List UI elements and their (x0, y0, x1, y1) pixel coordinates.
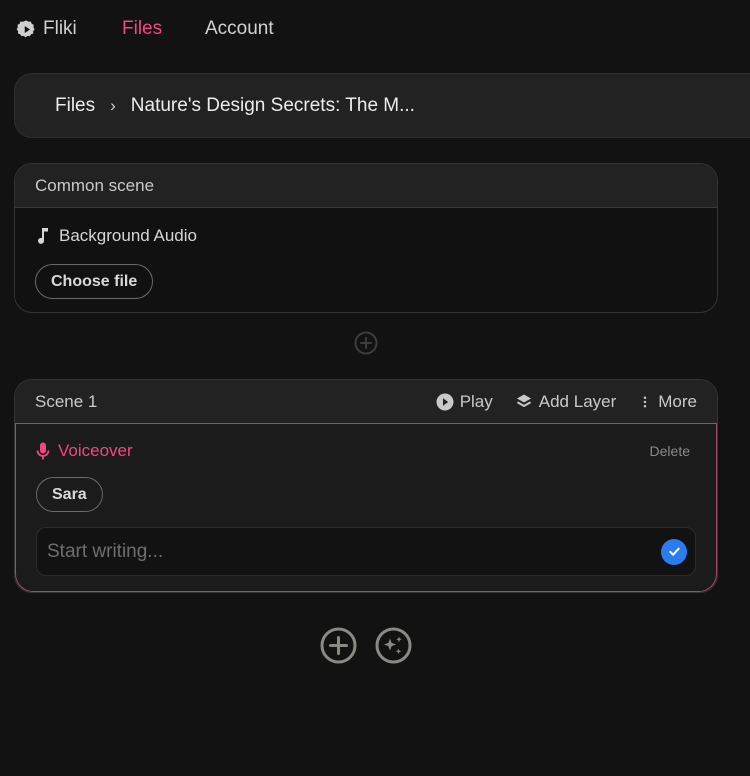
ai-sparkles-icon[interactable] (375, 627, 412, 664)
common-scene-title: Common scene (35, 175, 155, 195)
voiceover-layer: Voiceover Delete Sara (15, 424, 717, 592)
background-audio-label: Background Audio (59, 226, 197, 245)
insert-scene-plus-icon[interactable] (354, 331, 378, 355)
breadcrumb: Files › Nature's Design Secrets: The M..… (14, 73, 750, 138)
play-button[interactable]: Play (436, 392, 493, 412)
voiceover-row: Voiceover Delete (36, 440, 696, 462)
script-input-box (36, 527, 696, 576)
brand-logo[interactable]: Fliki (16, 18, 77, 40)
voiceover-label-group: Voiceover (36, 441, 133, 461)
nav-link-account[interactable]: Account (205, 18, 274, 40)
bottom-actions (320, 627, 412, 664)
background-audio-row: Background Audio (35, 224, 697, 248)
script-input[interactable] (47, 540, 627, 563)
scene-title: Scene 1 (35, 391, 98, 411)
add-scene-plus-icon[interactable] (320, 627, 357, 664)
common-scene-header: Common scene (15, 164, 717, 208)
scene-header: Scene 1 Play Add Layer More (15, 380, 717, 424)
voice-select-button[interactable]: Sara (36, 477, 103, 512)
confirm-button[interactable] (661, 538, 687, 565)
more-label: More (658, 391, 697, 411)
more-button[interactable]: More (638, 392, 697, 412)
check-icon (668, 547, 680, 556)
layers-icon (516, 394, 531, 407)
vertical-dots-icon (644, 395, 647, 408)
common-scene-body: Background Audio Choose file (15, 208, 717, 312)
breadcrumb-separator-icon: › (110, 95, 116, 115)
top-nav: Fliki Files Account (0, 0, 750, 60)
voiceover-label: Voiceover (58, 441, 133, 460)
brand-logo-icon (16, 19, 35, 37)
choose-file-button[interactable]: Choose file (35, 264, 154, 299)
nav-link-files[interactable]: Files (122, 18, 162, 40)
music-note-icon (38, 228, 48, 244)
play-label: Play (459, 391, 493, 411)
breadcrumb-root[interactable]: Files (55, 95, 95, 117)
breadcrumb-current: Nature's Design Secrets: The M... (130, 94, 415, 116)
add-layer-button[interactable]: Add Layer (515, 391, 617, 412)
play-circle-icon (436, 393, 454, 410)
microphone-icon (36, 442, 50, 460)
scene-actions: Play Add Layer More (414, 392, 697, 412)
common-scene-card: Common scene Background Audio Choose fil… (14, 163, 718, 313)
add-layer-label: Add Layer (538, 391, 617, 411)
scene-card: Scene 1 Play Add Layer More Voiceover De… (14, 379, 718, 593)
delete-layer-button[interactable]: Delete (650, 443, 690, 459)
brand-name: Fliki (43, 18, 77, 39)
